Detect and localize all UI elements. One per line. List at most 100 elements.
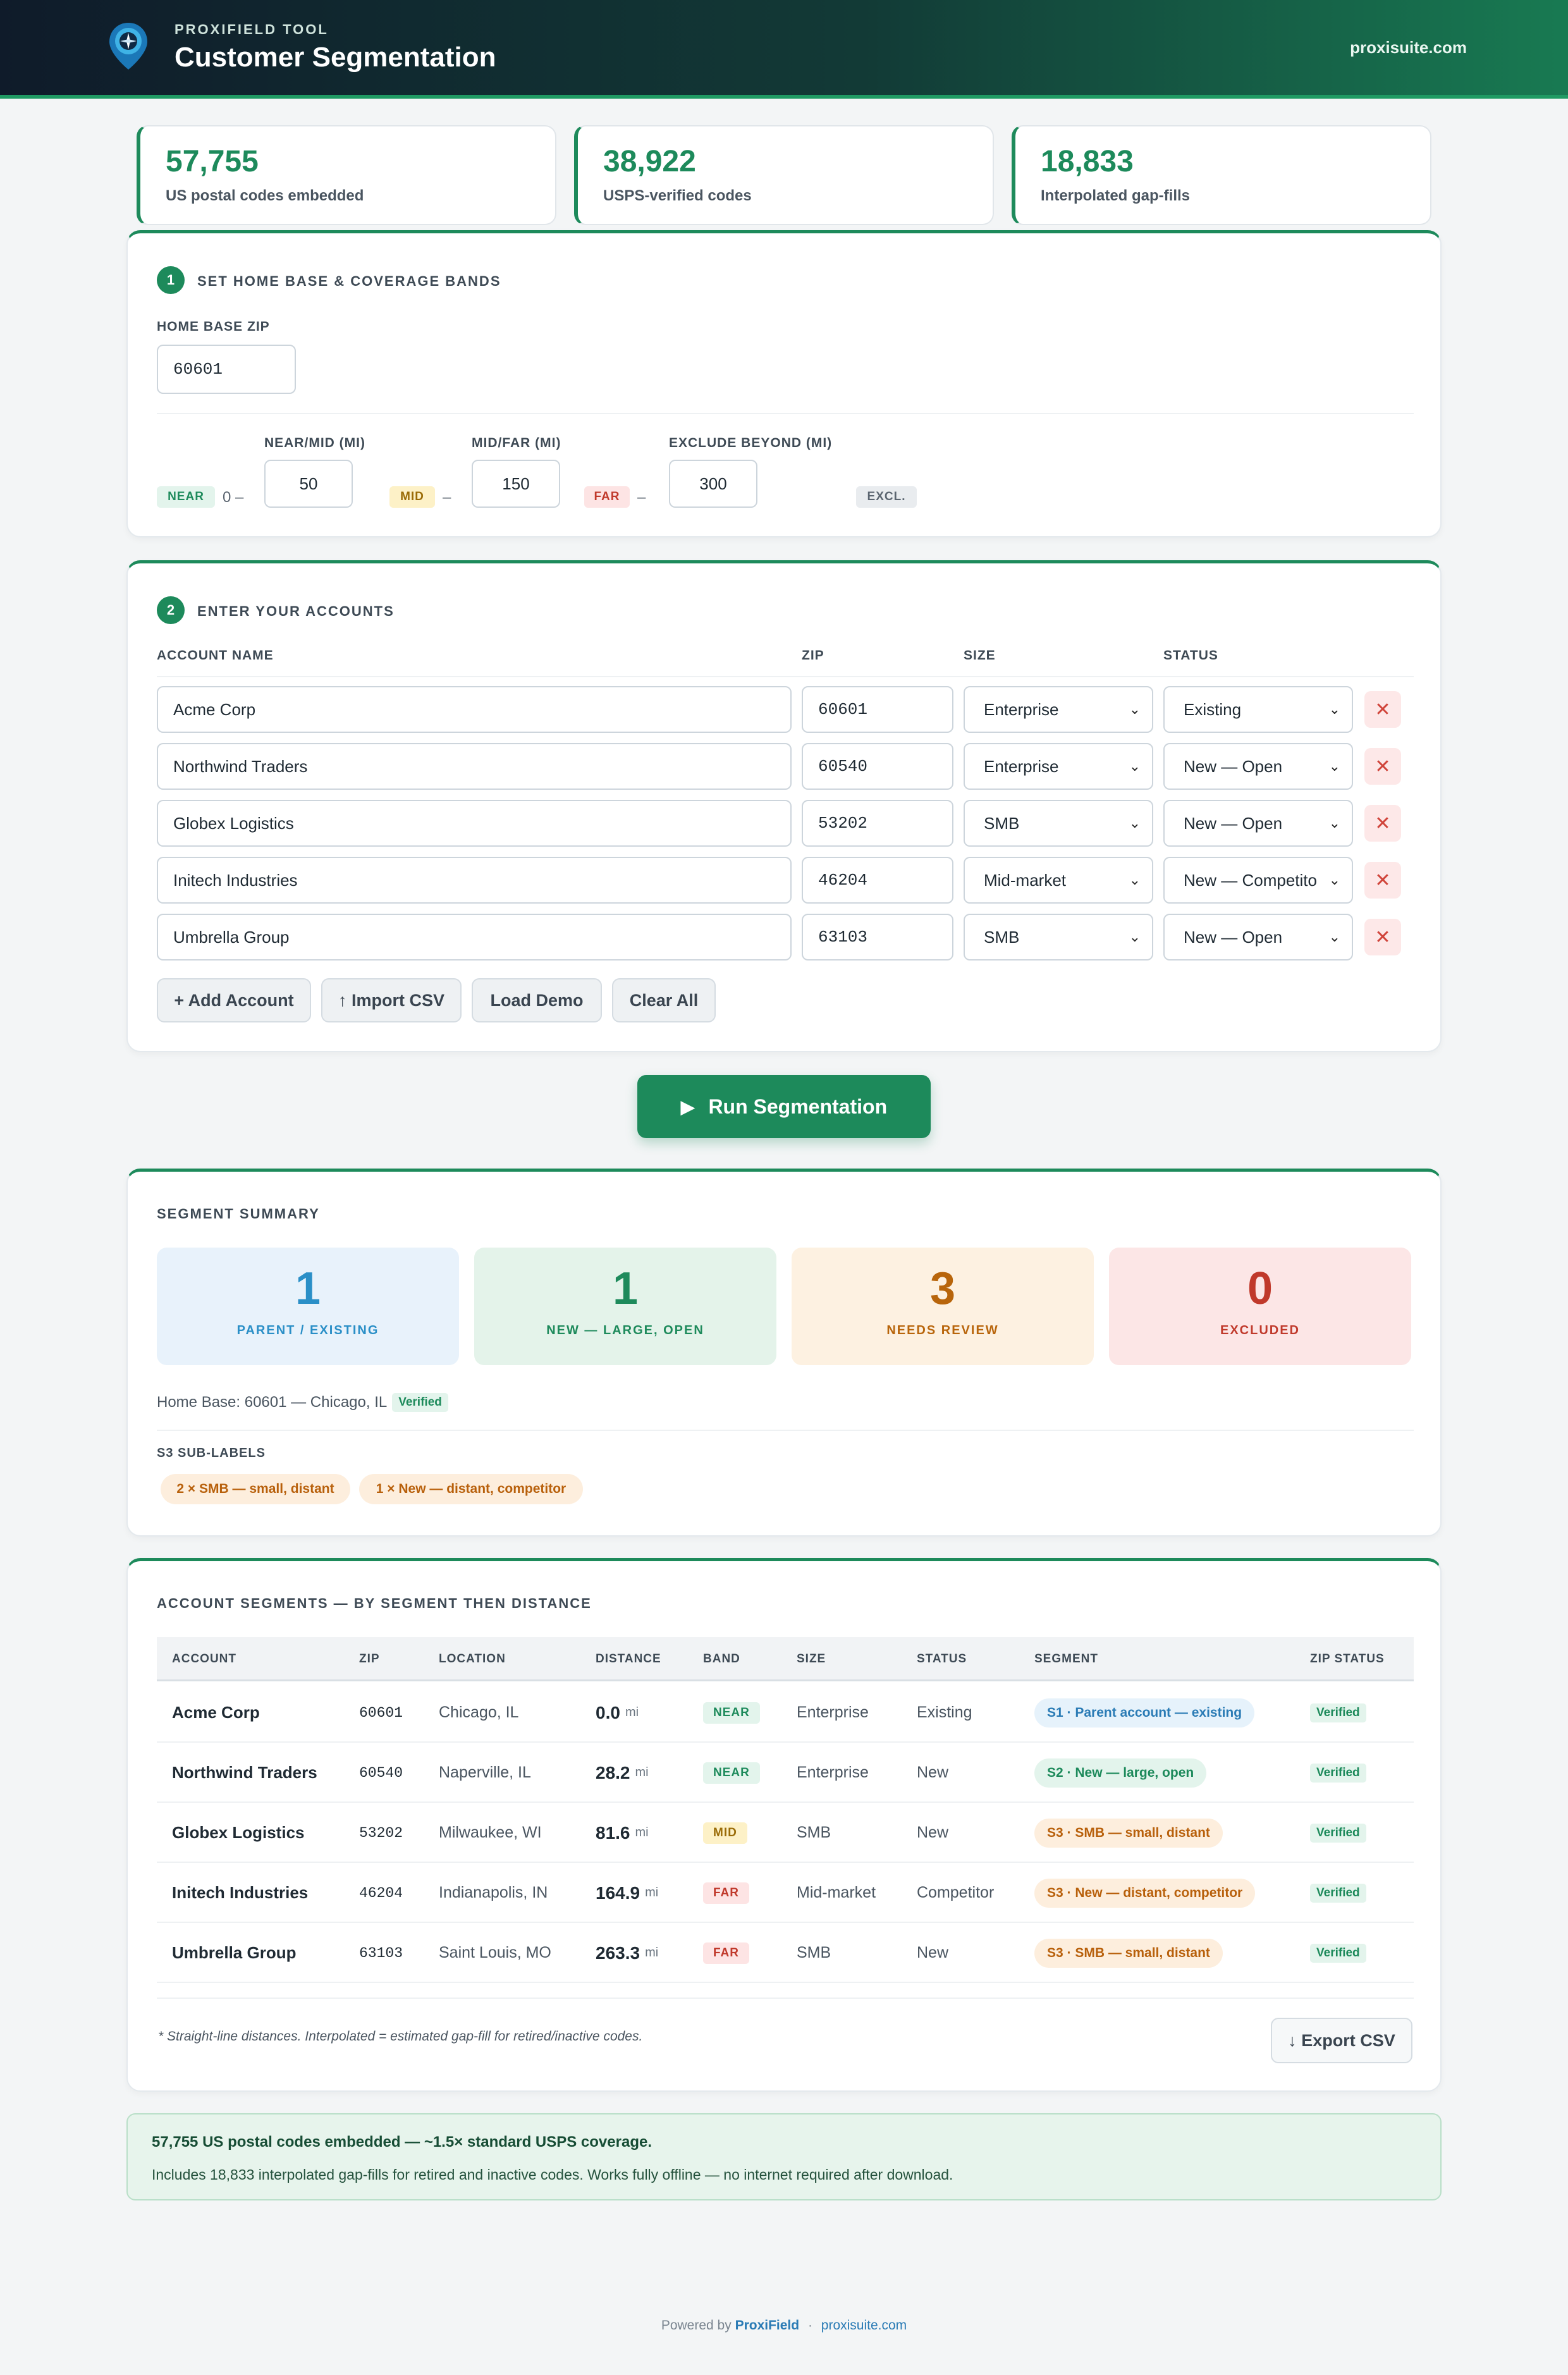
cell-distance: 263.3 mi bbox=[596, 1923, 658, 1983]
account-size-select[interactable]: SMB ⌄ bbox=[964, 800, 1153, 847]
cell-zip-status: Verified bbox=[1310, 1683, 1366, 1743]
export-csv-button[interactable]: ↓ Export CSV bbox=[1271, 2018, 1412, 2063]
cell-account: Initech Industries bbox=[172, 1883, 309, 1902]
table-row[interactable]: Umbrella Group 63103 Saint Louis, MO 263… bbox=[157, 1923, 1414, 1983]
account-status-select[interactable]: New — Competito ⌄ bbox=[1163, 857, 1353, 904]
cell-status: New bbox=[917, 1764, 949, 1781]
select-value: Enterprise bbox=[984, 699, 1059, 719]
table-row[interactable]: Northwind Traders 60540 Naperville, IL 2… bbox=[157, 1743, 1414, 1803]
summary-label: NEW — LARGE, OPEN bbox=[546, 1323, 704, 1337]
cell-zip-status: Verified bbox=[1310, 1863, 1366, 1923]
account-zip-input[interactable]: 46204 bbox=[802, 857, 953, 904]
distance-value: 28.2 bbox=[596, 1762, 630, 1783]
account-status-select[interactable]: New — Open ⌄ bbox=[1163, 743, 1353, 790]
distance-value: 164.9 bbox=[596, 1882, 640, 1903]
account-name-input[interactable]: Northwind Traders bbox=[157, 743, 792, 790]
select-value: Enterprise bbox=[984, 756, 1059, 776]
account-zip-input[interactable]: 60601 bbox=[802, 686, 953, 733]
import-csv-button[interactable]: ↑ Import CSV bbox=[321, 978, 462, 1022]
account-name-input[interactable]: Acme Corp bbox=[157, 686, 792, 733]
section-title: SET HOME BASE & COVERAGE BANDS bbox=[197, 273, 501, 289]
account-zip-input[interactable]: 63103 bbox=[802, 914, 953, 960]
account-status-select[interactable]: New — Open ⌄ bbox=[1163, 914, 1353, 960]
band-badge: NEAR bbox=[703, 1762, 760, 1784]
verified-badge: Verified bbox=[1310, 1703, 1366, 1722]
cell-band: MID bbox=[703, 1803, 747, 1863]
cell-zip: 53202 bbox=[359, 1824, 403, 1841]
account-size-select[interactable]: Mid-market ⌄ bbox=[964, 857, 1153, 904]
table-row[interactable]: Initech Industries 46204 Indianapolis, I… bbox=[157, 1863, 1414, 1923]
cell-segment: S3 · SMB — small, distant bbox=[1034, 1803, 1223, 1863]
clear-all-button[interactable]: Clear All bbox=[612, 978, 716, 1022]
account-status-select[interactable]: New — Open ⌄ bbox=[1163, 800, 1353, 847]
account-zip-input[interactable]: 53202 bbox=[802, 800, 953, 847]
footer-site-link[interactable]: proxisuite.com bbox=[821, 2318, 907, 2333]
stat-card-embedded: 57,755 US postal codes embedded bbox=[137, 125, 556, 225]
chevron-down-icon: ⌄ bbox=[1328, 815, 1340, 831]
distance-unit: mi bbox=[635, 1826, 649, 1839]
stat-value: 18,833 bbox=[1041, 145, 1134, 178]
account-status-select[interactable]: Existing ⌄ bbox=[1163, 686, 1353, 733]
load-demo-button[interactable]: Load Demo bbox=[472, 978, 602, 1022]
cell-size: Enterprise bbox=[797, 1764, 869, 1781]
delete-row-button[interactable]: ✕ bbox=[1364, 748, 1401, 785]
site-link[interactable]: proxisuite.com bbox=[1350, 38, 1467, 58]
band-excl-badge: EXCL. bbox=[856, 486, 917, 508]
add-account-button[interactable]: + Add Account bbox=[157, 978, 311, 1022]
delete-row-button[interactable]: ✕ bbox=[1364, 919, 1401, 955]
summary-label: NEEDS REVIEW bbox=[886, 1323, 999, 1337]
home-zip-input[interactable]: 60601 bbox=[157, 345, 296, 394]
select-value: Existing bbox=[1184, 699, 1242, 719]
distance-value: 81.6 bbox=[596, 1822, 630, 1843]
near-mid-input[interactable]: 50 bbox=[264, 460, 353, 508]
table-row[interactable]: Acme Corp 60601 Chicago, IL 0.0 mi NEAR E… bbox=[157, 1683, 1414, 1743]
col-status: STATUS bbox=[1163, 648, 1218, 663]
mid-far-input[interactable]: 150 bbox=[472, 460, 560, 508]
cell-size: SMB bbox=[797, 1944, 831, 1961]
summary-label: PARENT / EXISTING bbox=[236, 1323, 379, 1337]
divider bbox=[157, 1430, 1414, 1431]
footer-prefix: Powered by bbox=[661, 2318, 732, 2333]
cell-status: New bbox=[917, 1824, 949, 1841]
verified-badge: Verified bbox=[1310, 1763, 1366, 1783]
account-segments-panel: ACCOUNT SEGMENTS — BY SEGMENT THEN DISTA… bbox=[126, 1558, 1442, 2092]
th-size: SIZE bbox=[797, 1652, 826, 1666]
cell-zip: 60601 bbox=[359, 1704, 403, 1721]
chevron-down-icon: ⌄ bbox=[1129, 872, 1141, 888]
col-size: SIZE bbox=[964, 648, 996, 663]
summary-card-new-large: 1 NEW — LARGE, OPEN bbox=[474, 1248, 776, 1365]
delete-row-button[interactable]: ✕ bbox=[1364, 862, 1401, 899]
cell-zip: 60540 bbox=[359, 1764, 403, 1781]
near-mid-label: NEAR/MID (MI) bbox=[264, 436, 365, 450]
delete-row-button[interactable]: ✕ bbox=[1364, 691, 1401, 728]
account-name-input[interactable]: Globex Logistics bbox=[157, 800, 792, 847]
cell-account: Acme Corp bbox=[172, 1703, 260, 1722]
account-size-select[interactable]: SMB ⌄ bbox=[964, 914, 1153, 960]
account-size-select[interactable]: Enterprise ⌄ bbox=[964, 743, 1153, 790]
delete-row-button[interactable]: ✕ bbox=[1364, 805, 1401, 842]
sub-label-pill: 2 × SMB — small, distant bbox=[161, 1474, 350, 1504]
stat-label: USPS-verified codes bbox=[603, 187, 752, 204]
account-name-input[interactable]: Umbrella Group bbox=[157, 914, 792, 960]
cell-zip: 63103 bbox=[359, 1944, 403, 1961]
footer-brand-link[interactable]: ProxiField bbox=[735, 2318, 800, 2333]
sub-labels-title: S3 SUB-LABELS bbox=[157, 1446, 266, 1460]
segment-badge: S1 · Parent account — existing bbox=[1034, 1698, 1255, 1728]
run-segmentation-button[interactable]: ▶ Run Segmentation bbox=[637, 1075, 931, 1138]
cell-segment: S1 · Parent account — existing bbox=[1034, 1683, 1255, 1743]
page-title: Customer Segmentation bbox=[175, 42, 496, 73]
table-row[interactable]: Globex Logistics 53202 Milwaukee, WI 81.… bbox=[157, 1803, 1414, 1863]
section-title: ENTER YOUR ACCOUNTS bbox=[197, 603, 395, 619]
exclude-input[interactable]: 300 bbox=[669, 460, 757, 508]
account-zip-input[interactable]: 60540 bbox=[802, 743, 953, 790]
verified-badge: Verified bbox=[1310, 1883, 1366, 1903]
th-account: ACCOUNT bbox=[172, 1652, 236, 1666]
footer: Powered by ProxiField · proxisuite.com bbox=[0, 2318, 1568, 2333]
account-size-select[interactable]: Enterprise ⌄ bbox=[964, 686, 1153, 733]
stat-card-interpolated: 18,833 Interpolated gap-fills bbox=[1012, 125, 1431, 225]
band-badge: FAR bbox=[703, 1942, 749, 1964]
chevron-down-icon: ⌄ bbox=[1328, 929, 1340, 945]
band-badge: NEAR bbox=[703, 1702, 760, 1724]
account-name-input[interactable]: Initech Industries bbox=[157, 857, 792, 904]
table-header: ACCOUNT ZIP LOCATION DISTANCE BAND SIZE … bbox=[157, 1637, 1414, 1681]
